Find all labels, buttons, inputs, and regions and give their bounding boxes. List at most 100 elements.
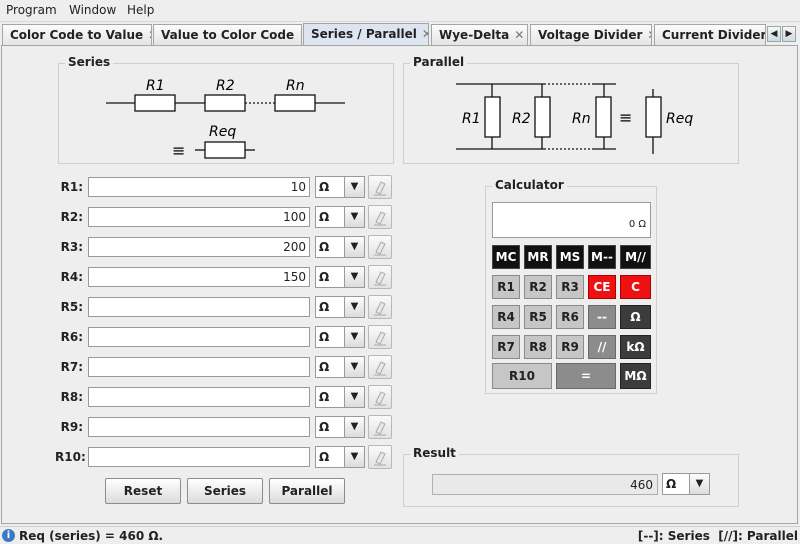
resistor-label: R3: bbox=[60, 240, 83, 254]
calc-parallel-op-button[interactable]: // bbox=[588, 335, 616, 359]
tab-wye-delta[interactable]: Wye-Delta ✕ bbox=[431, 24, 528, 46]
unit-select[interactable]: Ω ▼ bbox=[315, 176, 365, 198]
clear-button[interactable] bbox=[368, 385, 392, 409]
status-message: Req (series) = 460 Ω. bbox=[19, 529, 164, 543]
eraser-icon bbox=[374, 181, 386, 196]
chevron-down-icon: ▼ bbox=[344, 267, 364, 287]
menu-help[interactable]: Help bbox=[127, 3, 154, 17]
status-bar: i Req (series) = 460 Ω. [--]: Series [//… bbox=[0, 526, 800, 544]
clear-button[interactable] bbox=[368, 265, 392, 289]
reset-button[interactable]: Reset bbox=[105, 478, 181, 504]
close-icon[interactable]: ✕ bbox=[299, 28, 301, 42]
calc-r5-button[interactable]: R5 bbox=[524, 305, 552, 329]
calc-ms-button[interactable]: MS bbox=[556, 245, 584, 269]
resistor-input[interactable] bbox=[88, 327, 310, 347]
tab-scroll-left-button[interactable]: ◀ bbox=[767, 26, 781, 42]
close-icon[interactable]: ✕ bbox=[148, 28, 151, 42]
unit-select[interactable]: Ω ▼ bbox=[315, 296, 365, 318]
calc-mc-button[interactable]: MC bbox=[492, 245, 520, 269]
eraser-icon bbox=[374, 271, 386, 286]
calc-r6-button[interactable]: R6 bbox=[556, 305, 584, 329]
tab-series-parallel[interactable]: Series / Parallel ✕ bbox=[303, 23, 429, 46]
calc-r4-button[interactable]: R4 bbox=[492, 305, 520, 329]
resistor-input[interactable]: 100 bbox=[88, 207, 310, 227]
chevron-down-icon: ▼ bbox=[344, 237, 364, 257]
tab-label: Series / Parallel bbox=[311, 27, 417, 41]
chevron-down-icon: ▼ bbox=[344, 327, 364, 347]
calc-mr-button[interactable]: MR bbox=[524, 245, 552, 269]
chevron-down-icon: ▼ bbox=[689, 474, 709, 494]
calc-r8-button[interactable]: R8 bbox=[524, 335, 552, 359]
menu-program[interactable]: Program bbox=[6, 3, 57, 17]
resistor-input[interactable]: 200 bbox=[88, 237, 310, 257]
tab-current-divider[interactable]: Current Divider✕ bbox=[654, 24, 766, 46]
resistor-label: R2: bbox=[60, 210, 83, 224]
unit-select[interactable]: Ω ▼ bbox=[315, 236, 365, 258]
calc-r10-button[interactable]: R10 bbox=[492, 363, 552, 389]
unit-select[interactable]: Ω ▼ bbox=[315, 386, 365, 408]
parallel-diagram: R1 R2 Rn ≡ Req bbox=[456, 83, 693, 154]
eraser-icon bbox=[374, 241, 386, 256]
parallel-button[interactable]: Parallel bbox=[269, 478, 345, 504]
unit-select[interactable]: Ω ▼ bbox=[315, 266, 365, 288]
clear-button[interactable] bbox=[368, 325, 392, 349]
tab-voltage-divider[interactable]: Voltage Divider ✕ bbox=[530, 24, 652, 46]
unit-select[interactable]: Ω ▼ bbox=[315, 206, 365, 228]
close-icon[interactable]: ✕ bbox=[647, 28, 651, 42]
unit-select[interactable]: Ω ▼ bbox=[315, 446, 365, 468]
calc-mohm-button[interactable]: MΩ bbox=[620, 363, 651, 389]
eraser-icon bbox=[374, 361, 386, 376]
calc-kohm-button[interactable]: kΩ bbox=[620, 335, 651, 359]
unit-select[interactable]: Ω ▼ bbox=[315, 326, 365, 348]
resistor-input[interactable] bbox=[88, 297, 310, 317]
eraser-icon bbox=[374, 211, 386, 226]
resistor-input[interactable]: 150 bbox=[88, 267, 310, 287]
tab-label: Voltage Divider bbox=[538, 28, 643, 42]
resistor-input[interactable] bbox=[88, 387, 310, 407]
resistor-input[interactable] bbox=[88, 447, 310, 467]
calc-r7-button[interactable]: R7 bbox=[492, 335, 520, 359]
close-icon[interactable]: ✕ bbox=[514, 28, 524, 42]
calc-equals-button[interactable]: = bbox=[556, 363, 616, 389]
tab-color-code-to-value[interactable]: Color Code to Value ✕ bbox=[2, 24, 152, 46]
calc-r1-button[interactable]: R1 bbox=[492, 275, 520, 299]
info-icon: i bbox=[2, 529, 15, 542]
clear-button[interactable] bbox=[368, 175, 392, 199]
close-icon[interactable]: ✕ bbox=[422, 27, 428, 41]
tab-label: Value to Color Code bbox=[161, 28, 295, 42]
eraser-icon bbox=[374, 301, 386, 316]
clear-button[interactable] bbox=[368, 355, 392, 379]
clear-button[interactable] bbox=[368, 235, 392, 259]
calc-c-button[interactable]: C bbox=[620, 275, 651, 299]
series-equiv-icon: ≡ bbox=[172, 141, 185, 160]
chevron-down-icon: ▼ bbox=[344, 297, 364, 317]
clear-button[interactable] bbox=[368, 295, 392, 319]
calc-r3-button[interactable]: R3 bbox=[556, 275, 584, 299]
tab-value-to-color-code[interactable]: Value to Color Code ✕ bbox=[153, 24, 302, 46]
menu-window[interactable]: Window bbox=[69, 3, 116, 17]
resistor-label: R10: bbox=[55, 450, 86, 464]
parallel-diagram-group: Parallel R1 R2 Rn ≡ Req bbox=[403, 55, 739, 164]
calc-r2-button[interactable]: R2 bbox=[524, 275, 552, 299]
resistor-input[interactable] bbox=[88, 417, 310, 437]
series-button[interactable]: Series bbox=[187, 478, 263, 504]
calc-series-op-button[interactable]: -- bbox=[588, 305, 616, 329]
series-r2-label: R2 bbox=[216, 78, 235, 94]
chevron-down-icon: ▼ bbox=[344, 447, 364, 467]
resistor-input[interactable] bbox=[88, 357, 310, 377]
tab-scroll-right-button[interactable]: ▶ bbox=[782, 26, 796, 42]
resistor-label: R8: bbox=[60, 390, 83, 404]
calc-r9-button[interactable]: R9 bbox=[556, 335, 584, 359]
clear-button[interactable] bbox=[368, 205, 392, 229]
calc-ohm-button[interactable]: Ω bbox=[620, 305, 651, 329]
clear-button[interactable] bbox=[368, 445, 392, 469]
unit-select[interactable]: Ω ▼ bbox=[315, 416, 365, 438]
series-diagram-group: Series R1 R2 Rn Req ≡ bbox=[58, 55, 394, 164]
clear-button[interactable] bbox=[368, 415, 392, 439]
unit-select[interactable]: Ω ▼ bbox=[315, 356, 365, 378]
calc-m-parallel-button[interactable]: M// bbox=[620, 245, 651, 269]
calc-ce-button[interactable]: CE bbox=[588, 275, 616, 299]
calc-m-series-button[interactable]: M-- bbox=[588, 245, 616, 269]
resistor-input[interactable]: 10 bbox=[88, 177, 310, 197]
result-unit-select[interactable]: Ω ▼ bbox=[662, 473, 710, 495]
